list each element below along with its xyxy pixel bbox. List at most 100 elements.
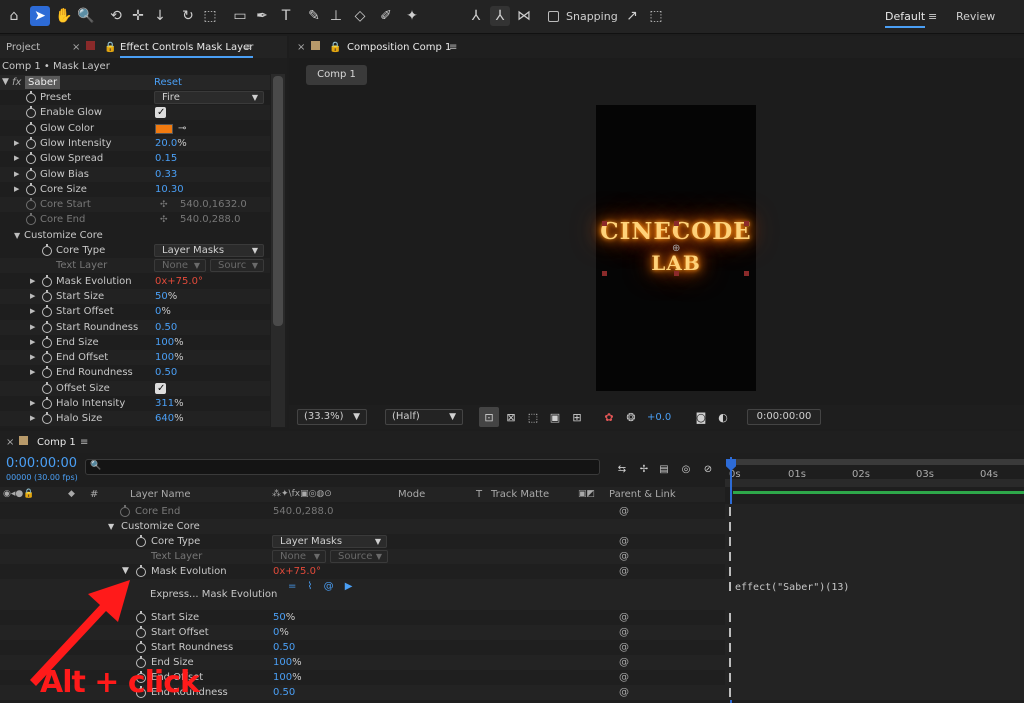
snap-grid-icon[interactable]: ⬚	[646, 6, 666, 26]
guides-icon[interactable]: ⊞	[567, 407, 587, 427]
chevron-right-icon[interactable]: ▶	[14, 182, 19, 197]
parent-link-header[interactable]: Parent & Link	[609, 487, 676, 502]
lock-icon[interactable]: 🔒	[329, 42, 341, 53]
brush-tool-icon[interactable]: ✎	[304, 6, 324, 26]
stopwatch-icon[interactable]	[26, 152, 36, 165]
stopwatch-icon[interactable]	[42, 320, 52, 333]
expression-pickwhip-icon[interactable]: @	[619, 625, 629, 640]
effect-name[interactable]: Saber	[25, 76, 61, 89]
property-value[interactable]: 20.0%	[155, 136, 187, 151]
stopwatch-icon[interactable]	[42, 397, 52, 409]
chevron-right-icon[interactable]: ▶	[30, 335, 35, 350]
chevron-down-icon[interactable]: ▼	[2, 75, 9, 90]
expression-text-field[interactable]: effect("Saber")(13)	[735, 582, 849, 593]
panel-menu-icon[interactable]: ≡	[244, 42, 252, 53]
expression-pickwhip-icon[interactable]: @	[619, 685, 629, 700]
stopwatch-icon[interactable]	[42, 412, 52, 425]
axis-world-icon[interactable]: ⅄	[490, 6, 510, 26]
eraser-tool-icon[interactable]: ◇	[350, 6, 370, 26]
property-dropdown[interactable]: Source ▼	[330, 550, 388, 563]
resolution-dropdown[interactable]: (Half) ▼	[385, 409, 463, 425]
expression-pickwhip-icon[interactable]: @	[619, 549, 629, 564]
pen-tool-icon[interactable]: ✒	[252, 6, 272, 26]
chevron-right-icon[interactable]: ▶	[30, 274, 35, 289]
chevron-right-icon[interactable]: ▶	[14, 151, 19, 166]
snapping-checkbox[interactable]	[548, 11, 559, 22]
property-value[interactable]: 50%	[155, 289, 177, 304]
rotation-value[interactable]: 0x+75.0°	[273, 564, 321, 579]
property-dropdown[interactable]: None ▼	[154, 259, 206, 273]
property-value[interactable]: 0.15	[155, 151, 177, 166]
mask-handle[interactable]	[674, 221, 679, 226]
property-value[interactable]: 100%	[155, 335, 184, 350]
chevron-right-icon[interactable]: ▶	[30, 289, 35, 304]
region-of-interest-icon[interactable]: ▣	[545, 407, 565, 427]
property-value[interactable]: 311%	[155, 396, 184, 411]
stopwatch-icon[interactable]	[26, 121, 36, 134]
property-value[interactable]: 640%	[155, 411, 184, 426]
crosshair-icon[interactable]: ✣	[160, 216, 168, 225]
chevron-right-icon[interactable]: ▶	[30, 350, 35, 365]
hand-tool-icon[interactable]: ✋	[54, 6, 74, 26]
composition-mini-flowchart-icon[interactable]: ⇆	[612, 459, 632, 479]
matte-icons[interactable]: ▣◩	[578, 487, 595, 502]
point-value[interactable]: 540.0,1632.0	[180, 197, 247, 212]
stopwatch-icon[interactable]	[42, 351, 52, 364]
expression-pickwhip-icon[interactable]: @	[619, 670, 629, 685]
stopwatch-icon[interactable]	[26, 198, 36, 211]
property-value[interactable]: 540.0,288.0	[273, 504, 333, 519]
tab-composition[interactable]: Composition Comp 1	[347, 42, 451, 53]
fx-icon[interactable]: fx	[12, 75, 21, 90]
chevron-right-icon[interactable]: ▶	[14, 167, 19, 182]
chevron-down-icon[interactable]: ▼	[108, 519, 114, 534]
stopwatch-icon[interactable]	[26, 136, 36, 149]
workspace-review-tab[interactable]: Review	[956, 10, 995, 23]
reset-link[interactable]: Reset	[154, 75, 182, 90]
pan-camera-icon[interactable]: ✛	[128, 6, 148, 26]
expression-pickwhip-icon[interactable]: @	[619, 610, 629, 625]
mask-handle[interactable]	[744, 221, 749, 226]
property-dropdown[interactable]: Fire ▼	[154, 91, 264, 104]
current-time-display[interactable]: 0:00:00:00	[6, 456, 77, 471]
stopwatch-icon[interactable]	[42, 335, 52, 348]
exposure-value[interactable]: +0.0	[647, 412, 671, 423]
switches-icon[interactable]: ⁂✦\fx▣◎◍⊙	[272, 487, 332, 502]
expression-pickwhip-icon[interactable]: @	[619, 534, 629, 549]
stopwatch-icon[interactable]	[42, 381, 52, 394]
mask-handle[interactable]	[602, 221, 607, 226]
panel-menu-icon[interactable]: ≡	[449, 42, 457, 53]
dolly-camera-icon[interactable]: ↓	[150, 6, 170, 26]
home-icon[interactable]: ⌂	[4, 6, 24, 26]
stopwatch-icon[interactable]	[42, 274, 52, 287]
viewer-timecode[interactable]: 0:00:00:00	[747, 409, 821, 425]
show-snapshot-icon[interactable]: ◐	[713, 407, 733, 427]
property-value[interactable]: 100%	[273, 670, 302, 685]
expression-pickwhip-icon[interactable]: @	[619, 640, 629, 655]
anchor-point-icon[interactable]: ⊕	[672, 243, 680, 254]
property-dropdown[interactable]: None ▼	[272, 550, 326, 563]
time-ruler[interactable]: 0s 01s 02s 03s 04s	[725, 457, 1024, 494]
property-value[interactable]: 0.50	[273, 685, 295, 700]
chevron-right-icon[interactable]: ▶	[30, 304, 35, 319]
panel-menu-icon[interactable]: ≡	[80, 437, 88, 448]
property-checkbox[interactable]	[155, 105, 166, 120]
property-value[interactable]: 0.50	[155, 365, 177, 380]
channel-icon[interactable]: ✿	[599, 407, 619, 427]
point-value[interactable]: 540.0,288.0	[180, 212, 240, 227]
tab-comp[interactable]: Comp 1	[37, 437, 76, 448]
zoom-dropdown[interactable]: (33.3%) ▼	[297, 409, 367, 425]
motion-blur-icon[interactable]: ◎	[676, 459, 696, 479]
stopwatch-icon[interactable]	[42, 244, 52, 256]
close-icon[interactable]: ×	[297, 42, 305, 53]
expression-pickwhip-icon[interactable]: @	[619, 564, 629, 579]
zoom-tool-icon[interactable]: 🔍	[76, 6, 96, 26]
color-management-icon[interactable]: ❂	[621, 407, 641, 427]
workspace-menu-icon[interactable]: ≡	[928, 10, 937, 23]
stopwatch-icon[interactable]	[42, 305, 52, 318]
chevron-right-icon[interactable]: ▶	[14, 136, 19, 151]
stopwatch-icon[interactable]	[42, 366, 52, 379]
stopwatch-icon[interactable]	[26, 91, 36, 103]
expression-pickwhip-icon[interactable]: @	[619, 504, 629, 519]
rotation-tool-icon[interactable]: ↻	[178, 6, 198, 26]
stopwatch-icon[interactable]	[136, 535, 146, 547]
